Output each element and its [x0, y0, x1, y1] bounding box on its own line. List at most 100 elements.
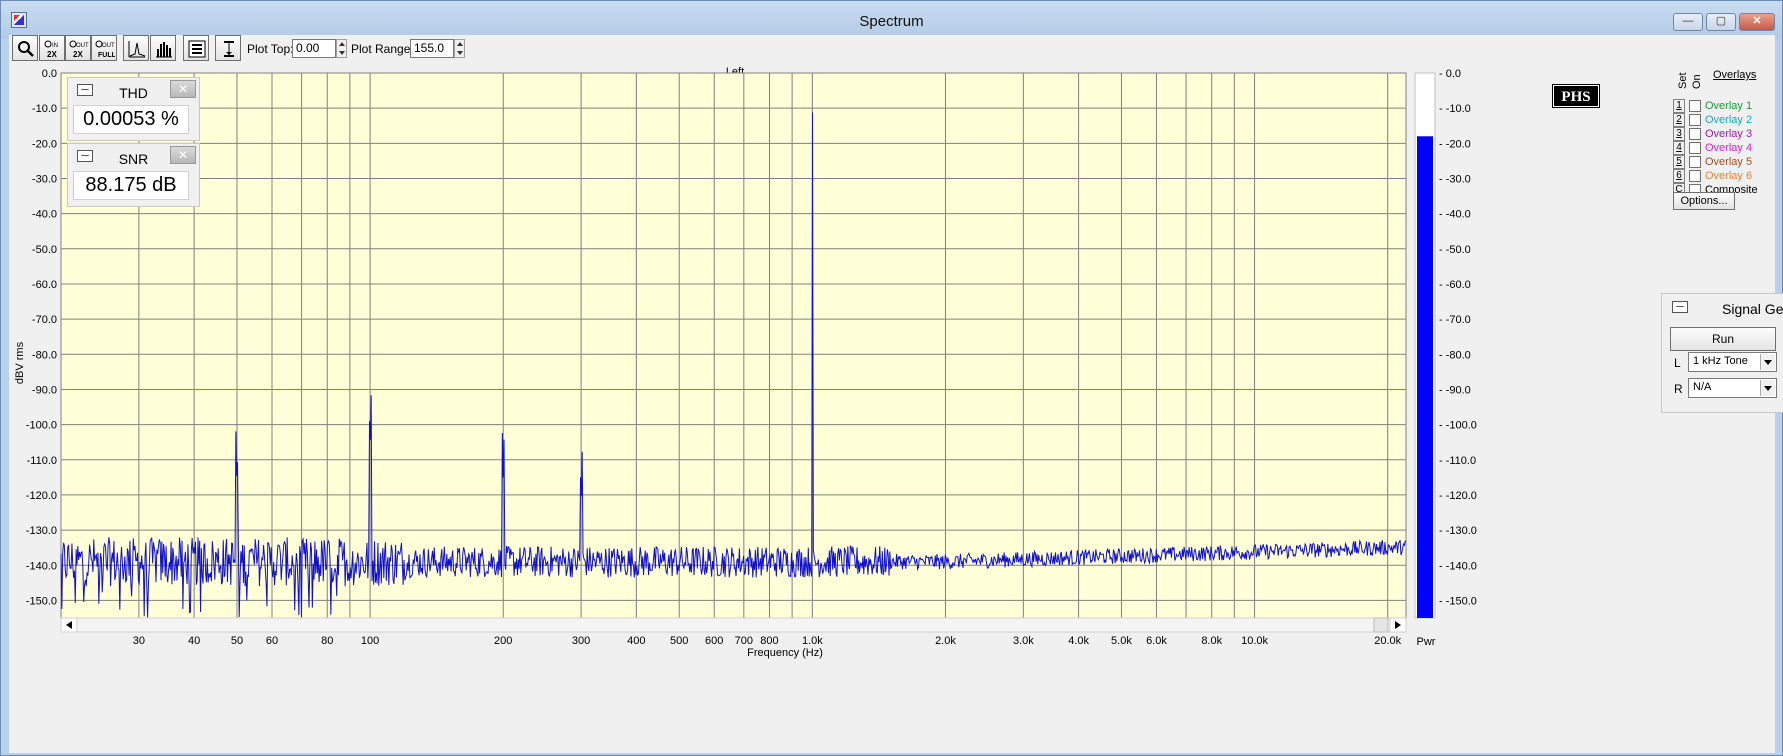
overlay-on-checkbox[interactable] — [1689, 142, 1701, 154]
title-bar[interactable]: Spectrum — ▢ ✕ — [1, 1, 1782, 39]
svg-text:IN: IN — [52, 43, 58, 49]
bars-icon — [156, 42, 172, 58]
x-tick-label: 2.0k — [935, 635, 956, 647]
overlay-label: Overlay 6 — [1705, 170, 1753, 182]
close-button[interactable]: ✕ — [1739, 13, 1775, 31]
x-axis-ticks: 30 40 50 60 80 100 200 300 400 500 600 700 800 1.0k 2.… — [133, 635, 1402, 647]
svg-text:2X: 2X — [47, 50, 57, 59]
thd-meter[interactable]: ⁓ THD ✕ 0.00053 % — [67, 77, 200, 141]
overlay-on-checkbox[interactable] — [1689, 100, 1701, 112]
x-tick-label: 30 — [133, 635, 145, 647]
overlays-panel: Set On Overlays 1 Overlay 1 2 Overlay 2 3 Ove… — [1669, 63, 1783, 263]
properties-button[interactable] — [183, 35, 209, 61]
overlays-title[interactable]: Overlays — [1713, 69, 1756, 81]
overlay-set-button[interactable]: 5 — [1673, 155, 1685, 169]
svg-text:OUT: OUT — [76, 43, 89, 49]
power-meter-tick-label: - -90.0 — [1439, 384, 1471, 396]
snr-close-button[interactable]: ✕ — [170, 146, 196, 164]
overlays-set-header: Set — [1677, 72, 1689, 89]
x-tick-label: 200 — [494, 635, 512, 647]
peak-icon — [128, 41, 146, 58]
y-tick-label: -30.0 — [32, 173, 57, 185]
overlay-on-checkbox[interactable] — [1689, 156, 1701, 168]
zoom-in-2x-button[interactable]: IN 2X — [39, 35, 65, 61]
y-axis-label: dBV rms — [14, 341, 26, 384]
signal-generator-panel: ⁓ Signal Gen Run L 1 kHz Tone R N/A — [1661, 293, 1783, 413]
horizontal-scrollbar[interactable] — [60, 617, 1407, 633]
chevron-down-icon[interactable] — [1760, 354, 1775, 370]
y-tick-label: 0.0 — [42, 68, 57, 80]
x-tick-label: 10.0k — [1241, 635, 1268, 647]
x-tick-label: 800 — [760, 635, 778, 647]
plot-top-spinner[interactable] — [336, 39, 347, 58]
overlay-on-checkbox[interactable] — [1689, 114, 1701, 126]
y-tick-label: -140.0 — [26, 560, 57, 572]
plot-range-spinner[interactable] — [454, 39, 465, 58]
x-tick-label: 50 — [231, 635, 243, 647]
left-channel-label: L — [1674, 356, 1681, 370]
phs-logo: PHS — [1552, 84, 1600, 108]
right-channel-select[interactable]: N/A — [1688, 378, 1777, 398]
plot-range-input[interactable]: 155.0 — [410, 39, 454, 58]
overlay-set-button[interactable]: 4 — [1673, 141, 1685, 155]
power-meter-tick-label: - -80.0 — [1439, 349, 1471, 361]
y-tick-label: -150.0 — [26, 595, 57, 607]
left-channel-select[interactable]: 1 kHz Tone — [1688, 352, 1777, 372]
right-channel-label: R — [1674, 382, 1683, 396]
overlays-on-header: On — [1691, 74, 1703, 89]
overlay-label: Overlay 5 — [1705, 156, 1753, 168]
plot-range-label: Plot Range: — [351, 42, 414, 56]
peak-button[interactable] — [123, 35, 149, 61]
snr-meter[interactable]: ⁓ SNR ✕ 88.175 dB — [67, 143, 200, 207]
power-meter-fill — [1417, 136, 1433, 618]
signal-generator-title: Signal Gen — [1722, 301, 1783, 317]
thd-close-button[interactable]: ✕ — [170, 80, 196, 98]
properties-icon — [188, 40, 206, 58]
toolbar: IN 2X OUT 2X OUT FULL Plot Top: 0.00 Plot R… — [9, 35, 1775, 63]
y-tick-label: -60.0 — [32, 279, 57, 291]
chevron-down-icon[interactable] — [1760, 380, 1775, 396]
power-meter-tick-label: - -50.0 — [1439, 244, 1471, 256]
power-meter-tick-label: - 0.0 — [1439, 68, 1461, 80]
overlay-on-checkbox[interactable] — [1689, 128, 1701, 140]
x-tick-label: 20.0k — [1374, 635, 1401, 647]
plot-background — [60, 72, 1407, 619]
overlay-label: Overlay 1 — [1705, 100, 1753, 112]
bars-button[interactable] — [150, 35, 176, 61]
overlay-set-button[interactable]: 3 — [1673, 127, 1685, 141]
overlay-set-button[interactable]: 6 — [1673, 169, 1685, 183]
y-tick-label: -80.0 — [32, 349, 57, 361]
y-tick-label: -130.0 — [26, 525, 57, 537]
zoom-out-full-button[interactable]: OUT FULL — [91, 35, 117, 61]
x-tick-label: 1.0k — [802, 635, 823, 647]
plot-top-input[interactable]: 0.00 — [292, 39, 336, 58]
spectrum-window: Spectrum — ▢ ✕ IN 2X OUT 2X OUT FULL Plot T… — [0, 0, 1783, 756]
power-meter-tick-label: - -10.0 — [1439, 103, 1471, 115]
range-icon — [224, 41, 234, 57]
x-tick-label: 700 — [735, 635, 753, 647]
run-button[interactable]: Run — [1670, 327, 1776, 351]
overlay-set-button[interactable]: 1 — [1673, 99, 1685, 113]
magnifier-icon — [18, 41, 34, 57]
y-tick-label: -70.0 — [32, 314, 57, 326]
spectrum-chart[interactable]: Left 0.0-10.0-20.0-30.0-40.0-50.0-60.0-7… — [9, 63, 1659, 753]
maximize-button[interactable]: ▢ — [1706, 13, 1736, 31]
power-meter-tick-label: - -100.0 — [1439, 420, 1477, 432]
zoom-button[interactable] — [12, 35, 38, 61]
range-button[interactable] — [215, 35, 241, 61]
overlay-options-button[interactable]: Options... — [1673, 192, 1735, 210]
overlay-label: Overlay 4 — [1705, 142, 1753, 154]
overlay-on-checkbox[interactable] — [1689, 170, 1701, 182]
overlay-set-button[interactable]: 2 — [1673, 113, 1685, 127]
zoom-out-2x-button[interactable]: OUT 2X — [65, 35, 91, 61]
x-tick-label: 6.0k — [1146, 635, 1167, 647]
power-meter-tick-label: - -70.0 — [1439, 314, 1471, 326]
minimize-button[interactable]: — — [1673, 13, 1703, 31]
svg-text:FULL: FULL — [98, 52, 115, 59]
power-meter-tick-label: - -140.0 — [1439, 560, 1477, 572]
plot-area[interactable] — [60, 72, 1407, 619]
zoom-in-2x-icon: IN2X — [44, 40, 58, 59]
x-tick-label: 40 — [188, 635, 200, 647]
power-meter-tick-label: - -120.0 — [1439, 490, 1477, 502]
x-tick-label: 4.0k — [1068, 635, 1089, 647]
